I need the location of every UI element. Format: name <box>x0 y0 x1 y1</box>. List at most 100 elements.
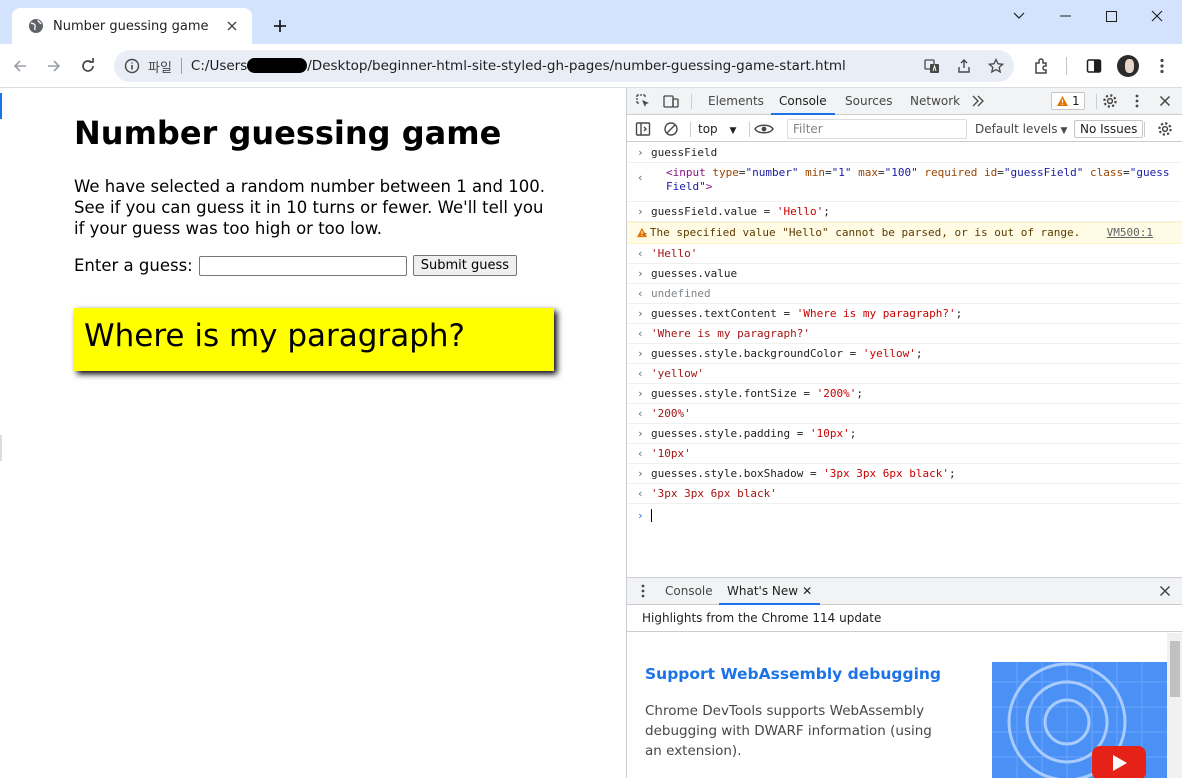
tab-elements[interactable]: Elements <box>708 88 764 115</box>
scrollbar[interactable] <box>1167 633 1182 778</box>
info-icon[interactable] <box>124 58 140 74</box>
html-attr-value: "guessField" <box>1003 166 1084 179</box>
drawer-tab-console[interactable]: Console <box>665 578 713 605</box>
console-result-line: ‹ '3px 3px 6px black' <box>627 484 1182 504</box>
console-code: guessField.value = <box>651 205 777 218</box>
kebab-icon[interactable] <box>1128 92 1146 110</box>
console-result-line: ‹ undefined <box>627 284 1182 304</box>
console-code: guesses.style.boxShadow = <box>651 467 824 480</box>
star-icon[interactable] <box>986 56 1006 76</box>
back-icon[interactable] <box>6 52 34 80</box>
console-input-line: › guessField <box>627 143 1182 163</box>
console-code: guesses.style.padding = <box>651 427 810 440</box>
address-bar[interactable]: 파일 C:/Users/Desktop/beginner-html-site-s… <box>114 50 1014 82</box>
chevron-down-icon[interactable] <box>996 0 1042 32</box>
warning-icon <box>1057 96 1068 106</box>
close-icon[interactable] <box>1156 92 1174 110</box>
plus-icon[interactable] <box>266 12 294 40</box>
article-title[interactable]: Support WebAssembly debugging <box>645 665 941 683</box>
html-attr: min <box>805 166 825 179</box>
profile-avatar[interactable] <box>1116 54 1140 78</box>
html-attr: id <box>983 166 998 179</box>
forward-icon[interactable] <box>40 52 68 80</box>
console-code: guesses.textContent = <box>651 307 797 320</box>
console-string: '10px' <box>651 447 691 460</box>
side-panel-icon[interactable] <box>1082 54 1106 78</box>
page-viewport: Number guessing game We have selected a … <box>0 89 627 778</box>
share-icon[interactable] <box>954 56 974 76</box>
result-arrow-icon: ‹ <box>637 171 644 184</box>
issues-button[interactable]: No Issues <box>1074 120 1144 138</box>
html-attr: max <box>858 166 878 179</box>
scrollbar-thumb[interactable] <box>1170 641 1180 697</box>
inspect-element-icon[interactable] <box>634 92 652 110</box>
context-value: top <box>698 122 718 136</box>
warning-icon <box>636 227 648 238</box>
url-prefix: C:/Users <box>190 58 248 74</box>
window-close-icon[interactable] <box>1134 0 1180 32</box>
more-tabs-icon[interactable] <box>969 92 987 110</box>
tab-divider <box>1096 94 1097 109</box>
tab-console[interactable]: Console <box>771 88 835 115</box>
drawer-menu-icon[interactable] <box>634 582 652 600</box>
close-icon[interactable] <box>222 16 242 36</box>
console-code: ; <box>915 347 923 360</box>
close-drawer-icon[interactable] <box>1156 582 1174 600</box>
result-arrow-icon: ‹ <box>637 367 644 380</box>
tab-network[interactable]: Network <box>910 88 960 115</box>
tab-title: Number guessing game <box>53 18 209 34</box>
settings-gear-icon[interactable] <box>1101 92 1119 110</box>
tab-divider <box>690 122 691 137</box>
omnibox-divider <box>180 58 182 74</box>
submit-guess-button[interactable]: Submit guess <box>412 255 518 276</box>
console-input-line: › guessField.value = 'Hello'; <box>627 202 1182 222</box>
html-attr-value: "100" <box>884 166 918 179</box>
log-levels-dropdown[interactable]: Default levels ▼ <box>975 122 1067 136</box>
webassembly-illustration <box>992 662 1167 778</box>
clear-console-icon[interactable] <box>662 120 680 138</box>
prompt-chevron-icon: › <box>637 307 644 320</box>
levels-label: Default levels <box>975 122 1058 136</box>
eye-icon[interactable] <box>753 120 775 138</box>
source-link[interactable]: VM500:1 <box>1107 226 1153 240</box>
guess-field[interactable] <box>198 255 407 276</box>
console-prompt[interactable]: › <box>627 504 1182 526</box>
tab-sources[interactable]: Sources <box>845 88 892 115</box>
console-result-line: ‹ 'Hello' <box>627 244 1182 264</box>
console-code: guesses.style.backgroundColor = <box>651 347 863 360</box>
reload-icon[interactable] <box>74 52 102 80</box>
console-output[interactable]: › guessField ‹ <input type="number" min="1… <box>627 143 1182 526</box>
minimize-icon[interactable] <box>1042 0 1088 32</box>
url-suffix: /Desktop/beginner-html-site-styled-gh-pa… <box>307 58 846 74</box>
context-selector[interactable]: top ▼ <box>698 122 736 136</box>
video-thumbnail[interactable] <box>992 662 1167 778</box>
whats-new-header: Highlights from the Chrome 114 update <box>627 605 1182 632</box>
browser-tab[interactable]: Number guessing game <box>12 8 252 44</box>
device-toolbar-icon[interactable] <box>662 92 680 110</box>
console-code: ; <box>849 427 857 440</box>
console-toolbar: top ▼ Filter Default levels ▼ No Issues <box>627 116 1182 142</box>
extensions-icon[interactable] <box>1030 54 1054 78</box>
tab-divider <box>749 122 750 137</box>
console-string: '200%' <box>816 387 857 400</box>
translate-icon[interactable] <box>922 56 942 76</box>
console-string: 'yellow' <box>651 367 704 380</box>
console-string: 'Hello' <box>651 247 698 260</box>
console-result-line: ‹ 'yellow' <box>627 364 1182 384</box>
sidebar-toggle-icon[interactable] <box>634 120 652 138</box>
drawer-tab-whats-new[interactable]: What's New ✕ <box>719 578 821 605</box>
warnings-badge[interactable]: 1 <box>1051 92 1085 110</box>
console-input-line: › guesses.style.padding = '10px'; <box>627 424 1182 444</box>
console-settings-icon[interactable] <box>1156 120 1174 138</box>
kebab-icon[interactable] <box>1150 54 1174 78</box>
console-code: ; <box>955 307 963 320</box>
prompt-chevron-icon: › <box>637 146 644 159</box>
close-icon[interactable]: ✕ <box>802 584 812 598</box>
url-text: C:/Users/Desktop/beginner-html-site-styl… <box>191 58 846 74</box>
console-string: 'Where is my paragraph?' <box>796 307 956 320</box>
maximize-icon[interactable] <box>1088 0 1134 32</box>
html-attr: class <box>1089 166 1124 179</box>
warning-message: The specified value "Hello" cannot be pa… <box>649 226 1081 239</box>
filter-input[interactable]: Filter <box>787 119 967 139</box>
caret-down-icon: ▼ <box>729 126 737 136</box>
